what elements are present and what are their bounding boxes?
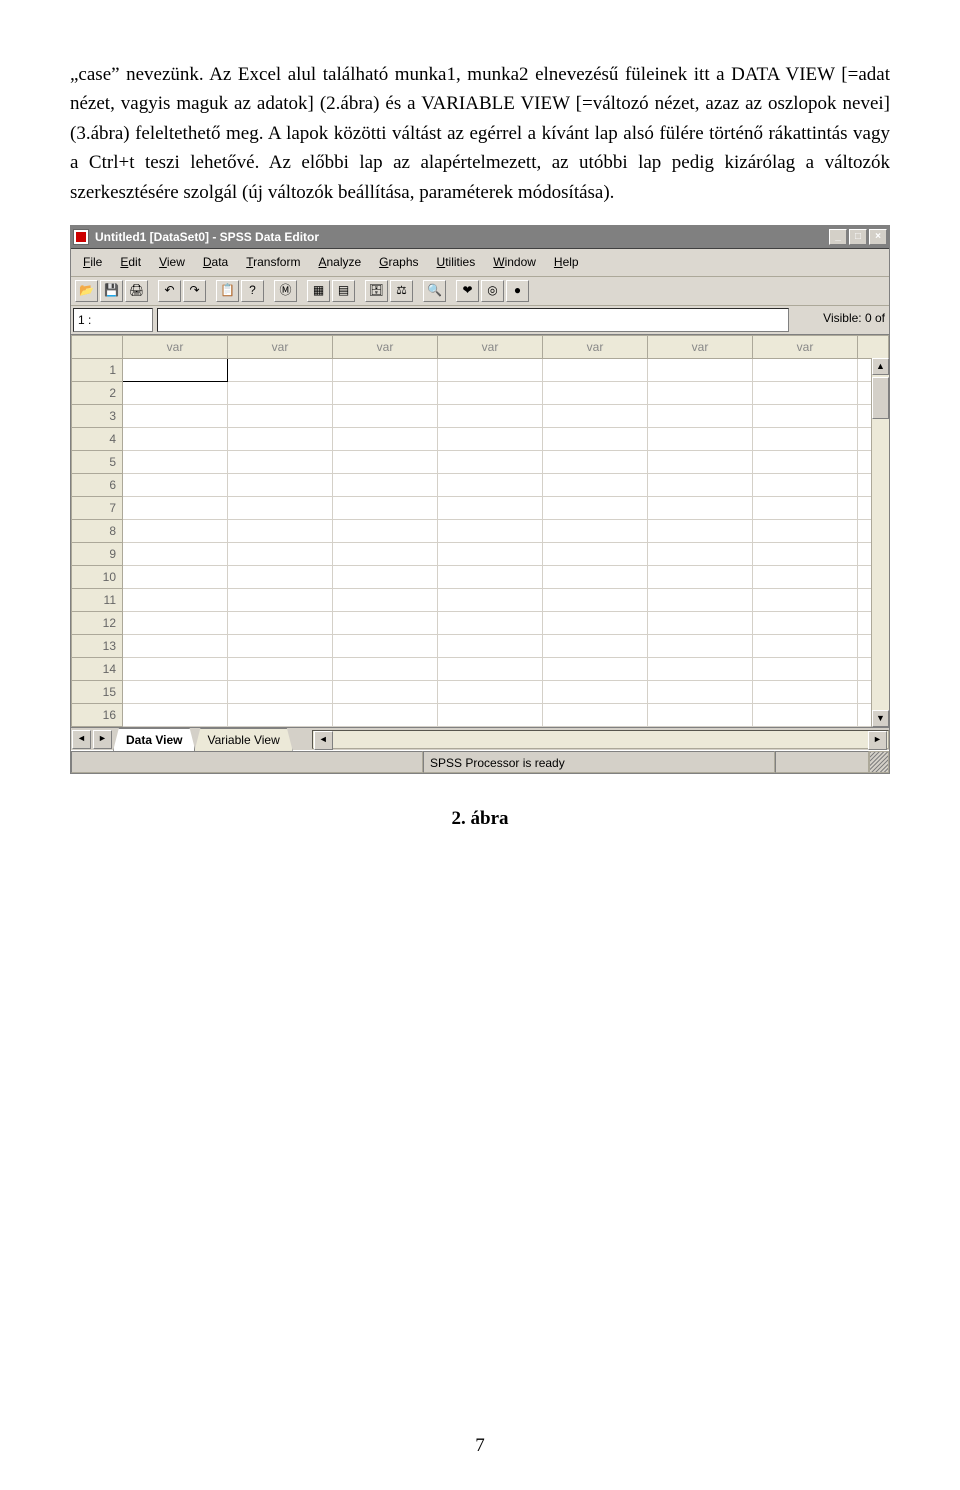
- redo-icon[interactable]: ↷: [183, 280, 206, 302]
- tab-variable-view[interactable]: Variable View: [194, 728, 292, 752]
- status-pane-right: [775, 751, 869, 773]
- dialog-recall-icon[interactable]: 📋: [216, 280, 239, 302]
- status-bar: SPSS Processor is ready: [71, 750, 889, 773]
- insert-variable-icon[interactable]: 🗄: [365, 280, 388, 302]
- column-header[interactable]: var: [438, 336, 543, 359]
- menu-window[interactable]: Window: [485, 251, 544, 274]
- toolbar: 📂 💾 🖨 ↶ ↷ 📋 ? Ⓜ ▦ ▤ 🗄 ⚖ 🔍 ❤ ◎ ●: [71, 277, 889, 306]
- value-labels-icon[interactable]: ◎: [481, 280, 504, 302]
- row-header[interactable]: 16: [72, 704, 123, 727]
- row-header[interactable]: 12: [72, 612, 123, 635]
- toolbar-separator: [266, 280, 272, 302]
- menu-edit[interactable]: Edit: [112, 251, 149, 274]
- status-message: SPSS Processor is ready: [423, 751, 775, 773]
- scroll-thumb[interactable]: [872, 377, 889, 419]
- row-header[interactable]: 7: [72, 497, 123, 520]
- tab-scroll-left-icon[interactable]: ◄: [72, 730, 91, 749]
- row-header[interactable]: 14: [72, 658, 123, 681]
- cell-editor[interactable]: [157, 308, 789, 333]
- vertical-scrollbar[interactable]: ▲ ▼: [871, 358, 889, 727]
- scroll-up-icon[interactable]: ▲: [872, 358, 889, 375]
- column-header[interactable]: var: [753, 336, 858, 359]
- save-icon[interactable]: 💾: [100, 280, 123, 302]
- data-grid[interactable]: var var var var var var var 1 2 3 4 5 6 …: [71, 335, 889, 727]
- row-header[interactable]: 6: [72, 474, 123, 497]
- column-header[interactable]: var: [648, 336, 753, 359]
- spss-screenshot: Untitled1 [DataSet0] - SPSS Data Editor …: [70, 225, 890, 774]
- menu-help[interactable]: Help: [546, 251, 587, 274]
- use-sets-icon[interactable]: ●: [506, 280, 529, 302]
- column-header[interactable]: var: [543, 336, 648, 359]
- row-header[interactable]: 5: [72, 451, 123, 474]
- page-number: 7: [0, 1431, 960, 1460]
- menu-file-label: ile: [90, 255, 102, 269]
- column-header[interactable]: var: [123, 336, 228, 359]
- title-bar: Untitled1 [DataSet0] - SPSS Data Editor …: [71, 226, 889, 249]
- corner-header[interactable]: [72, 336, 123, 359]
- toolbar-separator: [448, 280, 454, 302]
- menu-file[interactable]: File: [75, 251, 110, 274]
- close-button[interactable]: ×: [869, 229, 887, 245]
- scroll-left-icon[interactable]: ◄: [314, 731, 333, 750]
- menu-bar: File Edit View Data Transform Analyze Gr…: [71, 249, 889, 277]
- find-icon[interactable]: ▦: [307, 280, 330, 302]
- row-header[interactable]: 10: [72, 566, 123, 589]
- split-file-icon[interactable]: ⚖: [390, 280, 413, 302]
- column-header[interactable]: var: [228, 336, 333, 359]
- resize-grip-icon[interactable]: [869, 751, 889, 773]
- scroll-down-icon[interactable]: ▼: [872, 710, 889, 727]
- cell-reference[interactable]: 1 :: [73, 308, 153, 333]
- goto-case-icon[interactable]: ?: [241, 280, 264, 302]
- tab-data-view[interactable]: Data View: [113, 728, 195, 752]
- column-header-partial[interactable]: [858, 336, 889, 359]
- row-header[interactable]: 1: [72, 359, 123, 382]
- variables-icon[interactable]: Ⓜ: [274, 280, 297, 302]
- sheet-tab-row: ◄ ► Data View Variable View ◄ ►: [71, 727, 889, 750]
- row-header[interactable]: 9: [72, 543, 123, 566]
- row-header[interactable]: 2: [72, 382, 123, 405]
- app-icon: [73, 229, 89, 245]
- menu-graphs[interactable]: Graphs: [371, 251, 426, 274]
- weight-cases-icon[interactable]: 🔍: [423, 280, 446, 302]
- active-cell[interactable]: [123, 359, 228, 382]
- row-header[interactable]: 13: [72, 635, 123, 658]
- window-title: Untitled1 [DataSet0] - SPSS Data Editor: [95, 228, 319, 247]
- maximize-button[interactable]: □: [849, 229, 867, 245]
- toolbar-separator: [415, 280, 421, 302]
- scroll-right-icon[interactable]: ►: [868, 731, 887, 750]
- body-paragraph: „case” nevezünk. Az Excel alul található…: [70, 60, 890, 207]
- print-icon[interactable]: 🖨: [125, 280, 148, 302]
- horizontal-scrollbar[interactable]: ◄ ►: [312, 730, 889, 749]
- minimize-button[interactable]: _: [829, 229, 847, 245]
- toolbar-separator: [150, 280, 156, 302]
- menu-utilities[interactable]: Utilities: [429, 251, 484, 274]
- toolbar-separator: [208, 280, 214, 302]
- row-header[interactable]: 8: [72, 520, 123, 543]
- row-header[interactable]: 11: [72, 589, 123, 612]
- row-header[interactable]: 4: [72, 428, 123, 451]
- menu-view[interactable]: View: [151, 251, 193, 274]
- figure-caption: 2. ábra: [70, 804, 890, 833]
- undo-icon[interactable]: ↶: [158, 280, 181, 302]
- status-pane-left: [71, 751, 423, 773]
- paragraph-text: „case” nevezünk. Az Excel alul található…: [70, 64, 890, 203]
- menu-transform[interactable]: Transform: [238, 251, 308, 274]
- menu-data[interactable]: Data: [195, 251, 236, 274]
- visible-columns-label: Visible: 0 of: [791, 306, 889, 335]
- tab-scroll-right-icon[interactable]: ►: [93, 730, 112, 749]
- insert-case-icon[interactable]: ▤: [332, 280, 355, 302]
- menu-analyze[interactable]: Analyze: [310, 251, 369, 274]
- row-header[interactable]: 3: [72, 405, 123, 428]
- row-header[interactable]: 15: [72, 681, 123, 704]
- toolbar-separator: [357, 280, 363, 302]
- select-cases-icon[interactable]: ❤: [456, 280, 479, 302]
- cell-edit-bar: 1 : Visible: 0 of: [71, 306, 889, 336]
- open-icon[interactable]: 📂: [75, 280, 98, 302]
- column-header[interactable]: var: [333, 336, 438, 359]
- toolbar-separator: [299, 280, 305, 302]
